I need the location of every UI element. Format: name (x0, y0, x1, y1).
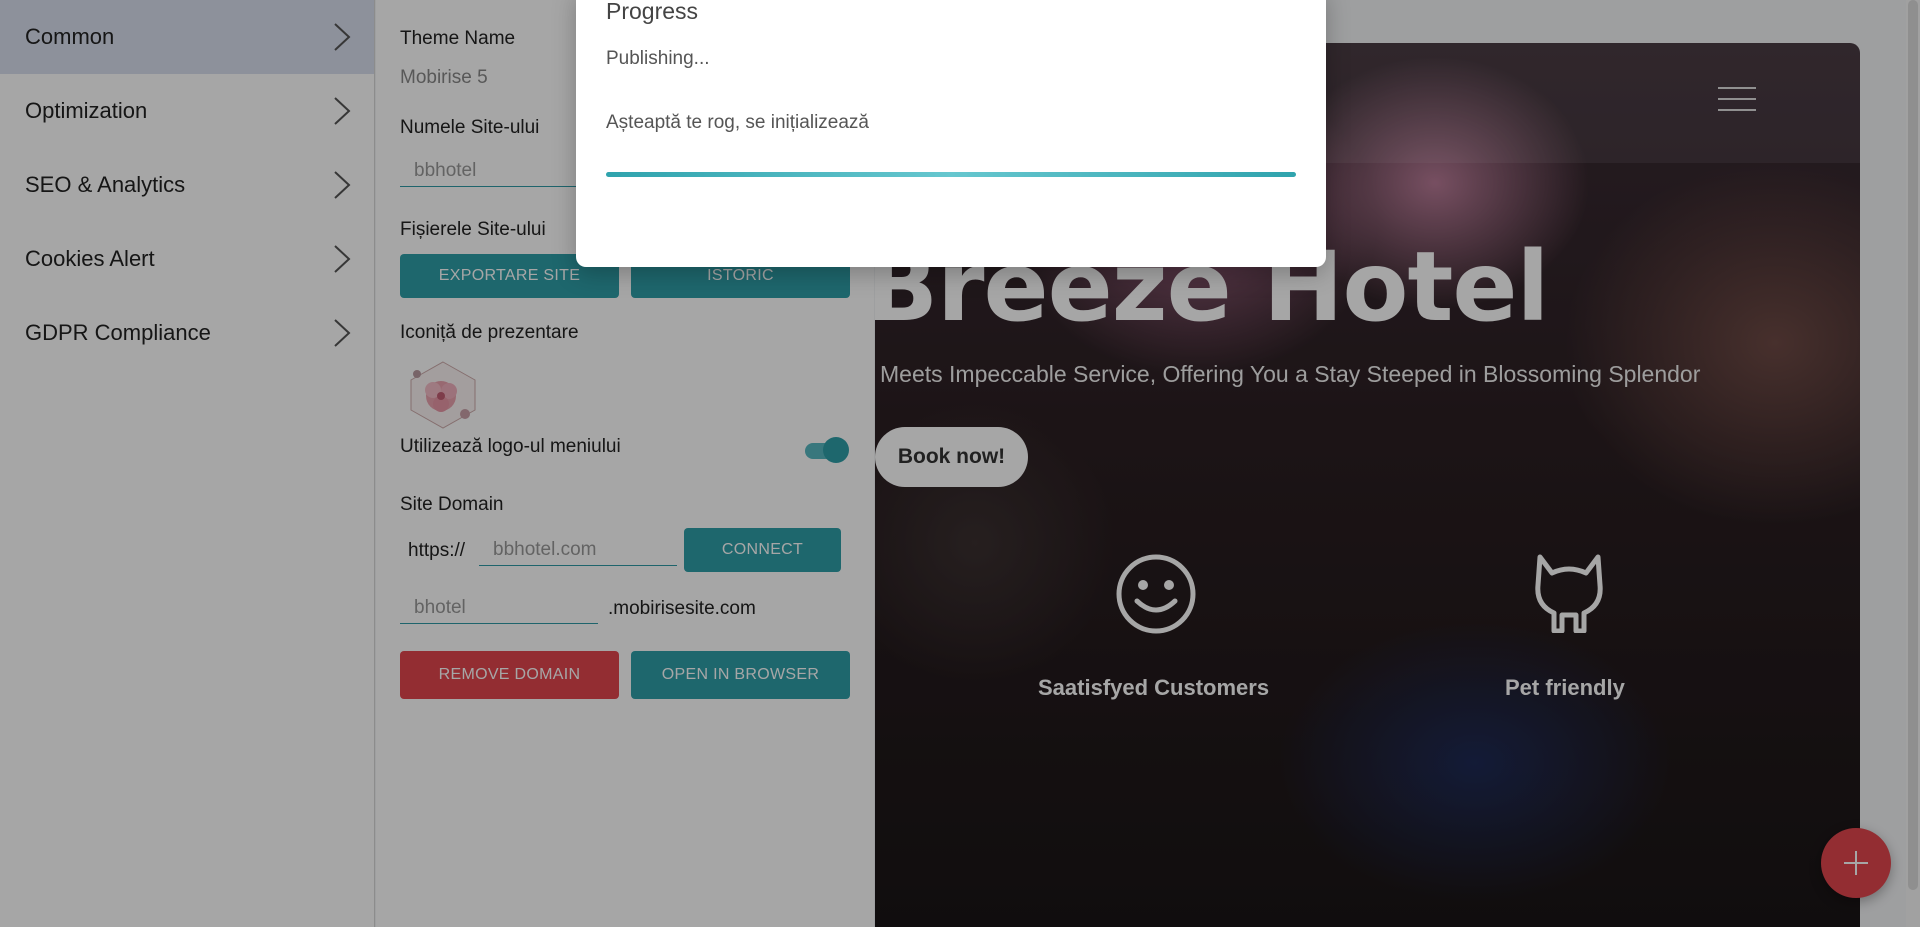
modal-status: Publishing... (606, 48, 710, 69)
progress-modal: Progress Publishing... Așteaptă te rog, … (576, 0, 1326, 267)
modal-title: Progress (606, 0, 699, 24)
progress-bar (606, 172, 1296, 177)
modal-message: Așteaptă te rog, se inițializează (606, 112, 869, 133)
